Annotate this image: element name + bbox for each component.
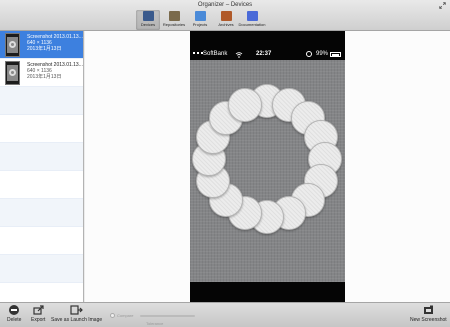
empty-row <box>0 171 83 199</box>
toolbar-devices[interactable]: Devices <box>136 10 160 30</box>
bottom-toolbar: Delete Export Save as Launch Image Compa… <box>0 302 450 327</box>
toolbar-projects[interactable]: Projects <box>188 10 212 30</box>
device-screenshot: SoftBank 22:37 99% <box>190 31 345 302</box>
new-screenshot-button[interactable]: New Screenshot <box>410 305 447 323</box>
save-launch-image-button[interactable]: Save as Launch Image <box>51 305 102 323</box>
screenshot-list-item[interactable]: Screenshot 2013.01.13... 640 × 1136 2013… <box>0 59 83 87</box>
status-time: 22:37 <box>256 51 272 57</box>
ring-circle <box>227 88 262 123</box>
export-icon <box>33 305 44 315</box>
delete-icon <box>9 305 20 315</box>
empty-row <box>0 143 83 171</box>
battery-icon <box>330 52 341 57</box>
empty-row <box>0 283 83 302</box>
screenshot-date: 2013年1月13日 <box>27 46 62 52</box>
screenshot-thumbnail <box>5 61 20 85</box>
launch-image-label: Save as Launch Image <box>51 317 103 323</box>
toolbar-label: Archives <box>218 22 234 27</box>
toolbar-documentation[interactable]: Documentation <box>238 10 266 30</box>
screenshot-list: Screenshot 2013.01.13... 640 × 1136 2013… <box>0 31 84 302</box>
carrier-name: SoftBank <box>203 51 228 57</box>
delete-label: Delete <box>7 317 22 323</box>
empty-row <box>0 227 83 255</box>
screenshot-thumbnail <box>5 33 20 57</box>
camera-icon <box>423 305 433 314</box>
delete-button[interactable]: Delete <box>7 305 21 323</box>
archives-icon <box>220 11 232 21</box>
toolbar-repositories[interactable]: Repositories <box>162 10 186 30</box>
screenshot-info: Screenshot 2013.01.13... 640 × 1136 2013… <box>27 62 83 80</box>
new-screenshot-label: New Screenshot <box>410 317 447 323</box>
empty-row <box>0 255 83 283</box>
wifi-icon <box>235 52 243 58</box>
empty-row <box>0 199 83 227</box>
documentation-icon <box>246 11 258 21</box>
screenshot-info: Screenshot 2013.01.13... 640 × 1136 2013… <box>27 34 83 52</box>
repositories-icon <box>168 11 180 21</box>
battery-percent: 99% <box>316 51 329 57</box>
empty-row <box>0 87 83 115</box>
window-titlebar: Organizer – Devices Devices Repositories… <box>0 0 450 31</box>
toolbar-archives[interactable]: Archives <box>214 10 238 30</box>
compare-toggle[interactable] <box>110 313 115 318</box>
export-button[interactable]: Export <box>31 305 45 323</box>
toolbar-label: Devices <box>140 22 156 27</box>
screenshot-preview-area: SoftBank 22:37 99% <box>85 31 450 302</box>
screenshot-list-item[interactable]: Screenshot 2013.01.13... 640 × 1136 2013… <box>0 31 83 59</box>
tolerance-slider[interactable] <box>140 315 195 317</box>
projects-icon <box>194 11 206 21</box>
toolbar-label: Documentation <box>238 22 266 27</box>
export-label: Export <box>31 317 46 323</box>
rotation-lock-icon <box>306 51 312 57</box>
devices-icon <box>142 11 154 21</box>
empty-row <box>0 115 83 143</box>
screenshot-date: 2013年1月13日 <box>27 74 62 80</box>
launch-image-icon <box>70 305 83 315</box>
app-screen <box>190 60 345 282</box>
compare-label: Compare <box>117 313 134 318</box>
signal-icon <box>193 52 203 56</box>
toolbar-label: Repositories <box>162 22 186 27</box>
compare-checkbox[interactable]: Compare <box>110 313 133 318</box>
toolbar: Devices Repositories Projects Archives D… <box>136 10 266 30</box>
window-title: Organizer – Devices <box>197 2 253 8</box>
fullscreen-icon[interactable] <box>439 2 446 9</box>
status-bar: SoftBank 22:37 99% <box>190 50 345 60</box>
tolerance-label: Tolerance <box>146 321 164 326</box>
toolbar-label: Projects <box>192 22 208 27</box>
